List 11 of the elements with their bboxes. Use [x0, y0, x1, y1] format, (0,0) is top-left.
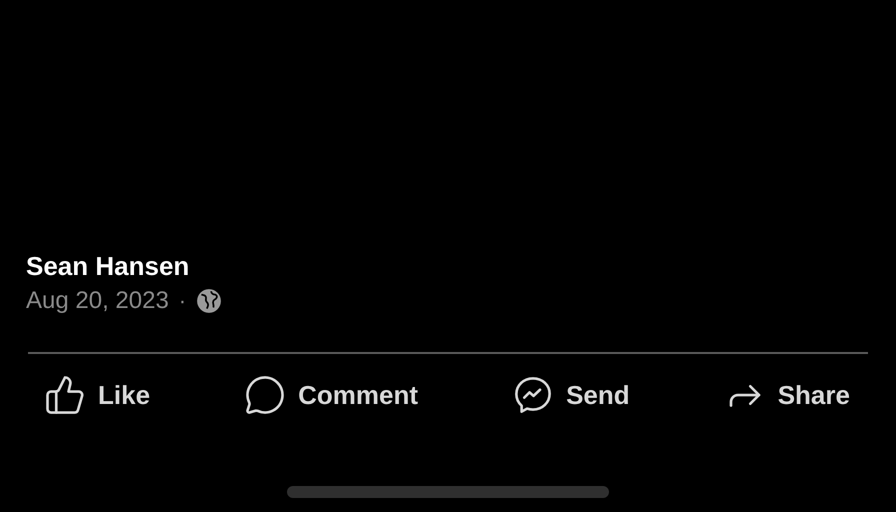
- action-button[interactable]: Share: [724, 374, 850, 416]
- separator-dot: ·: [178, 287, 186, 315]
- speech-bubble-icon: [244, 374, 286, 416]
- post-date: Aug 20, 2023: [26, 286, 169, 316]
- home-indicator[interactable]: [287, 486, 609, 498]
- action-button[interactable]: Like: [44, 374, 150, 416]
- action-button[interactable]: Send: [512, 374, 630, 416]
- globe-icon: [196, 288, 222, 314]
- author-name[interactable]: Sean Hansen: [26, 250, 870, 282]
- thumbs-up-icon: [44, 374, 86, 416]
- action-button[interactable]: Comment: [244, 374, 418, 416]
